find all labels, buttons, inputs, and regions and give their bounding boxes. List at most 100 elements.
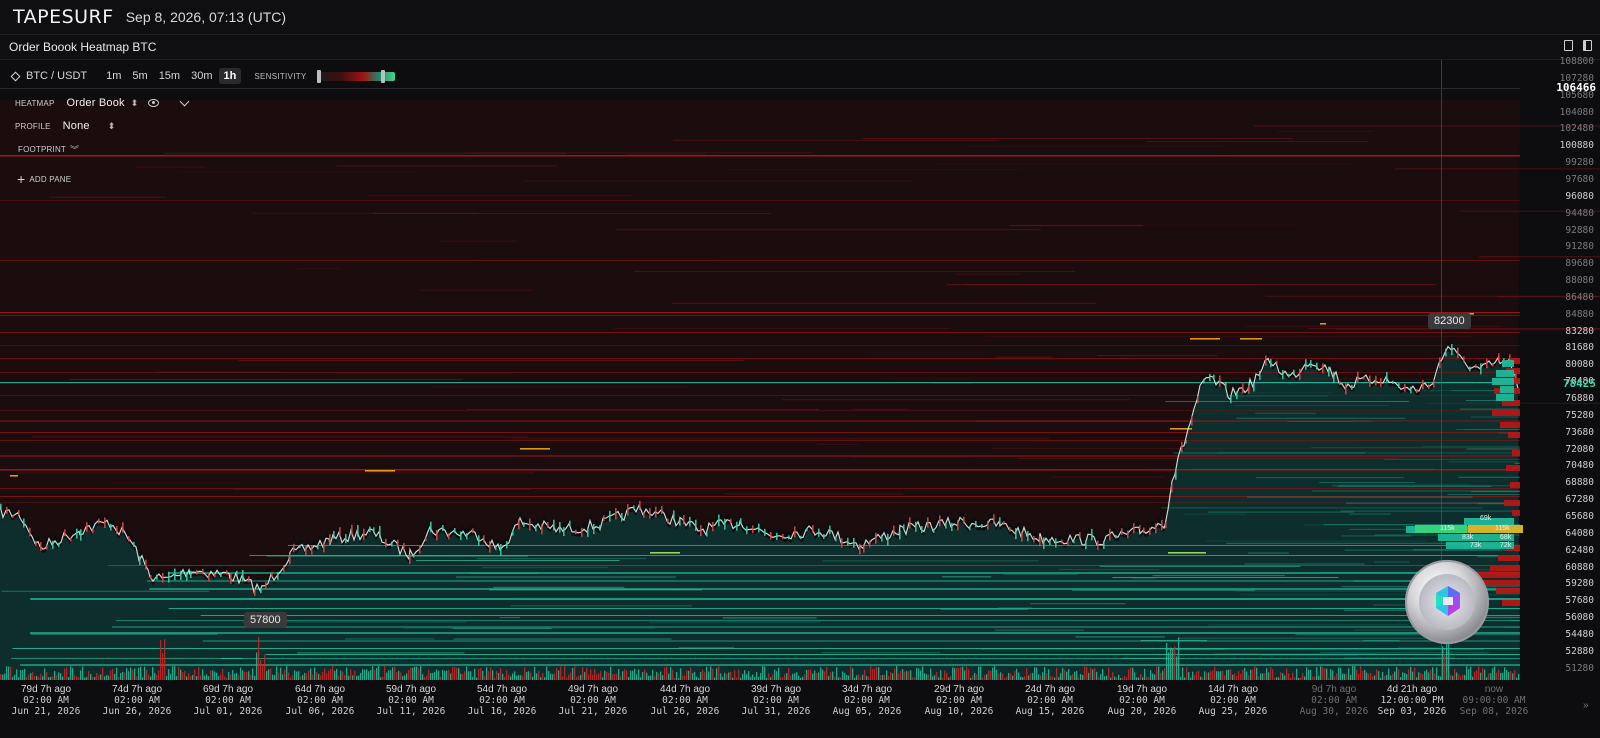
- price-axis[interactable]: 108800 107280 105680 104080 102480 100880 9928…: [1527, 56, 1600, 680]
- volume-bar: [930, 668, 932, 680]
- eye-icon[interactable]: [148, 99, 160, 107]
- volume-bar: [1502, 672, 1504, 680]
- volume-bar: [998, 673, 1000, 680]
- candle: [1469, 366, 1471, 372]
- volume-bar: [198, 667, 200, 680]
- candle: [1061, 539, 1063, 544]
- volume-bar: [1516, 677, 1518, 680]
- time-axis[interactable]: 79d 7h ago 02:00 AM Jun 21, 2026 74d 7h ago…: [0, 682, 1600, 738]
- sensitivity-min-handle[interactable]: [316, 69, 321, 83]
- volume-bar: [790, 675, 792, 680]
- timeframe-1m[interactable]: 1m: [101, 68, 126, 84]
- volume-bar: [972, 675, 974, 680]
- add-pane-button[interactable]: + ADD PANE: [17, 171, 71, 187]
- gem-icon: [1436, 586, 1460, 616]
- volume-bar: [716, 668, 718, 680]
- candle: [98, 518, 100, 524]
- volume-bar: [776, 671, 778, 680]
- volume-bar: [1156, 666, 1158, 680]
- volume-bar: [1006, 676, 1008, 680]
- volume-bar: [784, 674, 786, 680]
- volume-bar: [1404, 672, 1406, 680]
- time-date: Jun 21, 2026: [11, 706, 81, 717]
- sensitivity-max-handle[interactable]: [380, 69, 385, 83]
- candle: [1049, 539, 1051, 546]
- timeframe-1h[interactable]: 1h: [218, 68, 242, 84]
- sidebar-toggle-icon[interactable]: [1583, 40, 1592, 51]
- ask-level-line: [671, 302, 1097, 304]
- volume-bar: [232, 670, 234, 680]
- volume-bar: [1014, 670, 1016, 680]
- timeframe-30m[interactable]: 30m: [186, 68, 217, 84]
- candle: [208, 573, 210, 582]
- heatmap-select[interactable]: Order Book: [66, 97, 124, 109]
- volume-bar: [1218, 671, 1220, 680]
- bid-level-line: [200, 615, 1521, 616]
- candle: [887, 533, 889, 546]
- volume-bar: [938, 677, 940, 680]
- volume-bar: [1074, 671, 1076, 680]
- volume-bar: [478, 668, 480, 680]
- volume-bar: [168, 669, 170, 680]
- volume-bar: [504, 676, 506, 680]
- candle: [1127, 530, 1129, 539]
- candle: [736, 521, 738, 531]
- bid-level-line: [12, 648, 1520, 649]
- add-pane-label[interactable]: ADD PANE: [29, 175, 71, 184]
- volume-bar: [432, 672, 434, 680]
- price-tick-label: 76880: [1565, 393, 1594, 404]
- volume-bar: [70, 666, 72, 680]
- collapse-icon[interactable]: »: [1583, 700, 1589, 711]
- chevron-down-icon[interactable]: [180, 96, 190, 106]
- heatmap-canvas[interactable]: 69k115k 115k83k 68k73k 72k: [0, 60, 1600, 738]
- volume-bar: [106, 675, 108, 680]
- app-logo[interactable]: TAPESURF: [13, 6, 114, 28]
- volume-bar: [960, 667, 962, 680]
- volume-bar: [254, 675, 256, 680]
- volume-bar: [1076, 670, 1078, 680]
- bid-level-line: [942, 576, 992, 578]
- volume-bar: [16, 669, 18, 680]
- bid-level-line: [1, 590, 210, 592]
- time-ago: 79d 7h ago: [20, 684, 72, 695]
- candle: [661, 506, 663, 515]
- timeframe-5m[interactable]: 5m: [127, 68, 152, 84]
- candle: [673, 510, 675, 521]
- footprint-label[interactable]: FOOTPRINT: [18, 145, 66, 154]
- heatmap-chart-area[interactable]: 69k 115k 115k 83k 68k 73k 72k: [0, 60, 1600, 738]
- plus-icon[interactable]: +: [17, 171, 25, 187]
- time-date: Jul 26, 2026: [650, 706, 720, 717]
- volume-bar: [780, 677, 782, 680]
- profile-select[interactable]: None: [63, 120, 90, 132]
- bid-level-line: [1384, 458, 1520, 460]
- candle: [186, 572, 188, 581]
- price-tick-label: 56080: [1565, 612, 1594, 624]
- chevron-down-icon[interactable]: ︾: [70, 143, 79, 156]
- restore-window-icon[interactable]: [1564, 40, 1573, 51]
- candle: [1270, 358, 1272, 368]
- candle: [333, 530, 335, 539]
- time-ago: 59d 7h ago: [385, 684, 437, 695]
- updown-chevron-icon[interactable]: ⬍: [131, 98, 139, 109]
- volume-bar: [262, 664, 264, 680]
- volume-bar: [802, 676, 804, 680]
- volume-bar: [978, 666, 980, 680]
- candle: [6, 506, 8, 514]
- volume-bar: [290, 677, 292, 680]
- updown-chevron-icon[interactable]: ⬍: [108, 121, 116, 132]
- volume-bar: [840, 677, 842, 680]
- time-ago: 29d 7h ago: [933, 684, 985, 695]
- volume-bar: [92, 676, 94, 680]
- volume-bar: [128, 671, 130, 680]
- sensitivity-slider[interactable]: [316, 69, 395, 83]
- pair-selector[interactable]: BTC / USDT: [10, 70, 87, 82]
- timeframe-15m[interactable]: 15m: [154, 68, 185, 84]
- volume-bar: [324, 668, 326, 680]
- candle: [12, 514, 14, 519]
- footprint-row[interactable]: FOOTPRINT ︾: [18, 143, 79, 156]
- candle: [104, 517, 106, 528]
- volume-bar: [1344, 673, 1346, 680]
- volume-bar: [1450, 675, 1452, 680]
- bid-level-line: [1247, 552, 1289, 554]
- volume-bar: [904, 671, 906, 680]
